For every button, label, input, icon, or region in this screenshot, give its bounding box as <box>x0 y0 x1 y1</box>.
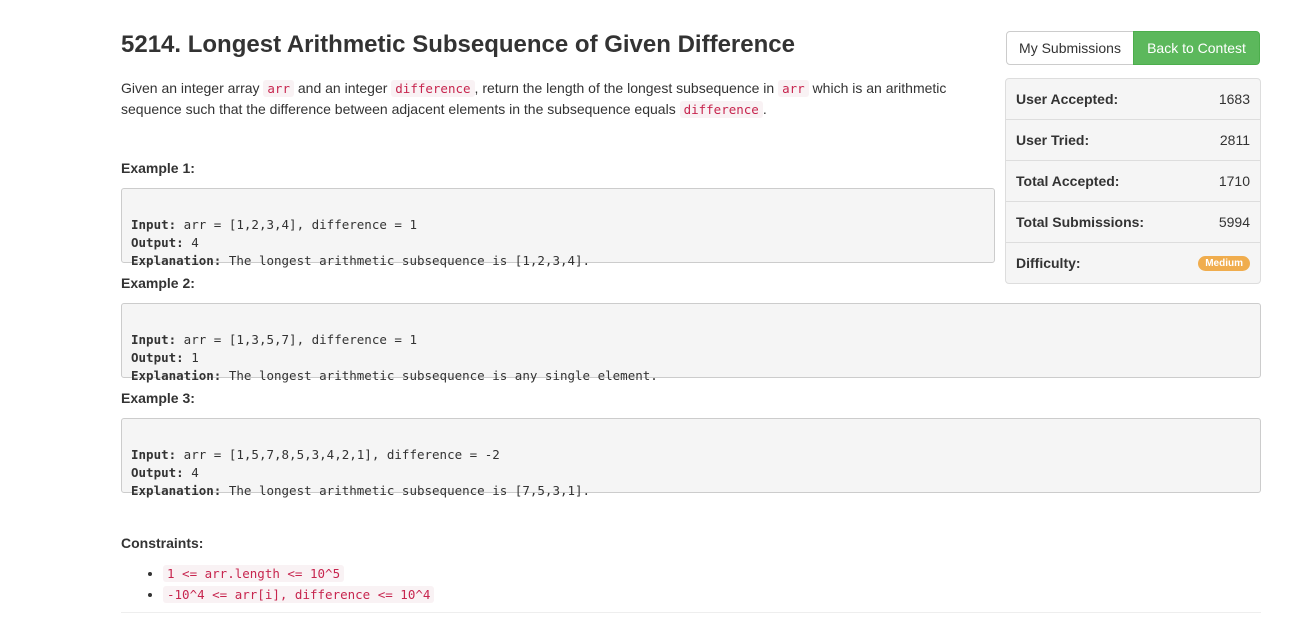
difficulty-badge: Medium <box>1198 255 1250 271</box>
example-2-label: Example 2: <box>121 275 195 291</box>
inline-code-arr: arr <box>263 80 294 97</box>
stat-user-tried: User Tried: 2811 <box>1006 119 1260 160</box>
example-3-label: Example 3: <box>121 390 195 406</box>
divider <box>121 612 1261 613</box>
inline-code-arr: arr <box>778 80 809 97</box>
my-submissions-button[interactable]: My Submissions <box>1006 31 1134 65</box>
constraints-label: Constraints: <box>121 535 204 551</box>
example-3-block: Input: arr = [1,5,7,8,5,3,4,2,1], differ… <box>121 418 1261 498</box>
example-1-label: Example 1: <box>121 160 195 176</box>
stat-user-accepted: User Accepted: 1683 <box>1016 91 1250 107</box>
stat-difficulty: Difficulty: Medium <box>1006 242 1260 283</box>
problem-title: 5214. Longest Arithmetic Subsequence of … <box>121 31 795 58</box>
stats-panel: User Accepted: 1683 User Tried: 2811 Total… <box>1005 78 1261 284</box>
action-button-group: My Submissions Back to Contest <box>1006 31 1260 65</box>
stat-total-submissions: Total Submissions: 5994 <box>1006 201 1260 242</box>
example-1-block: Input: arr = [1,2,3,4], difference = 1 Ou… <box>121 188 995 268</box>
constraint-item: -10^4 <= arr[i], difference <= 10^4 <box>163 584 435 605</box>
example-2-block: Input: arr = [1,3,5,7], difference = 1 Ou… <box>121 303 1261 383</box>
stat-total-accepted: Total Accepted: 1710 <box>1006 160 1260 201</box>
constraints-list: 1 <= arr.length <= 10^5 -10^4 <= arr[i],… <box>141 563 435 605</box>
inline-code-difference: difference <box>679 101 763 118</box>
back-to-contest-button[interactable]: Back to Contest <box>1133 31 1260 65</box>
problem-description: Given an integer array arr and an intege… <box>121 80 947 118</box>
inline-code-difference: difference <box>391 80 475 97</box>
constraint-item: 1 <= arr.length <= 10^5 <box>163 563 434 584</box>
